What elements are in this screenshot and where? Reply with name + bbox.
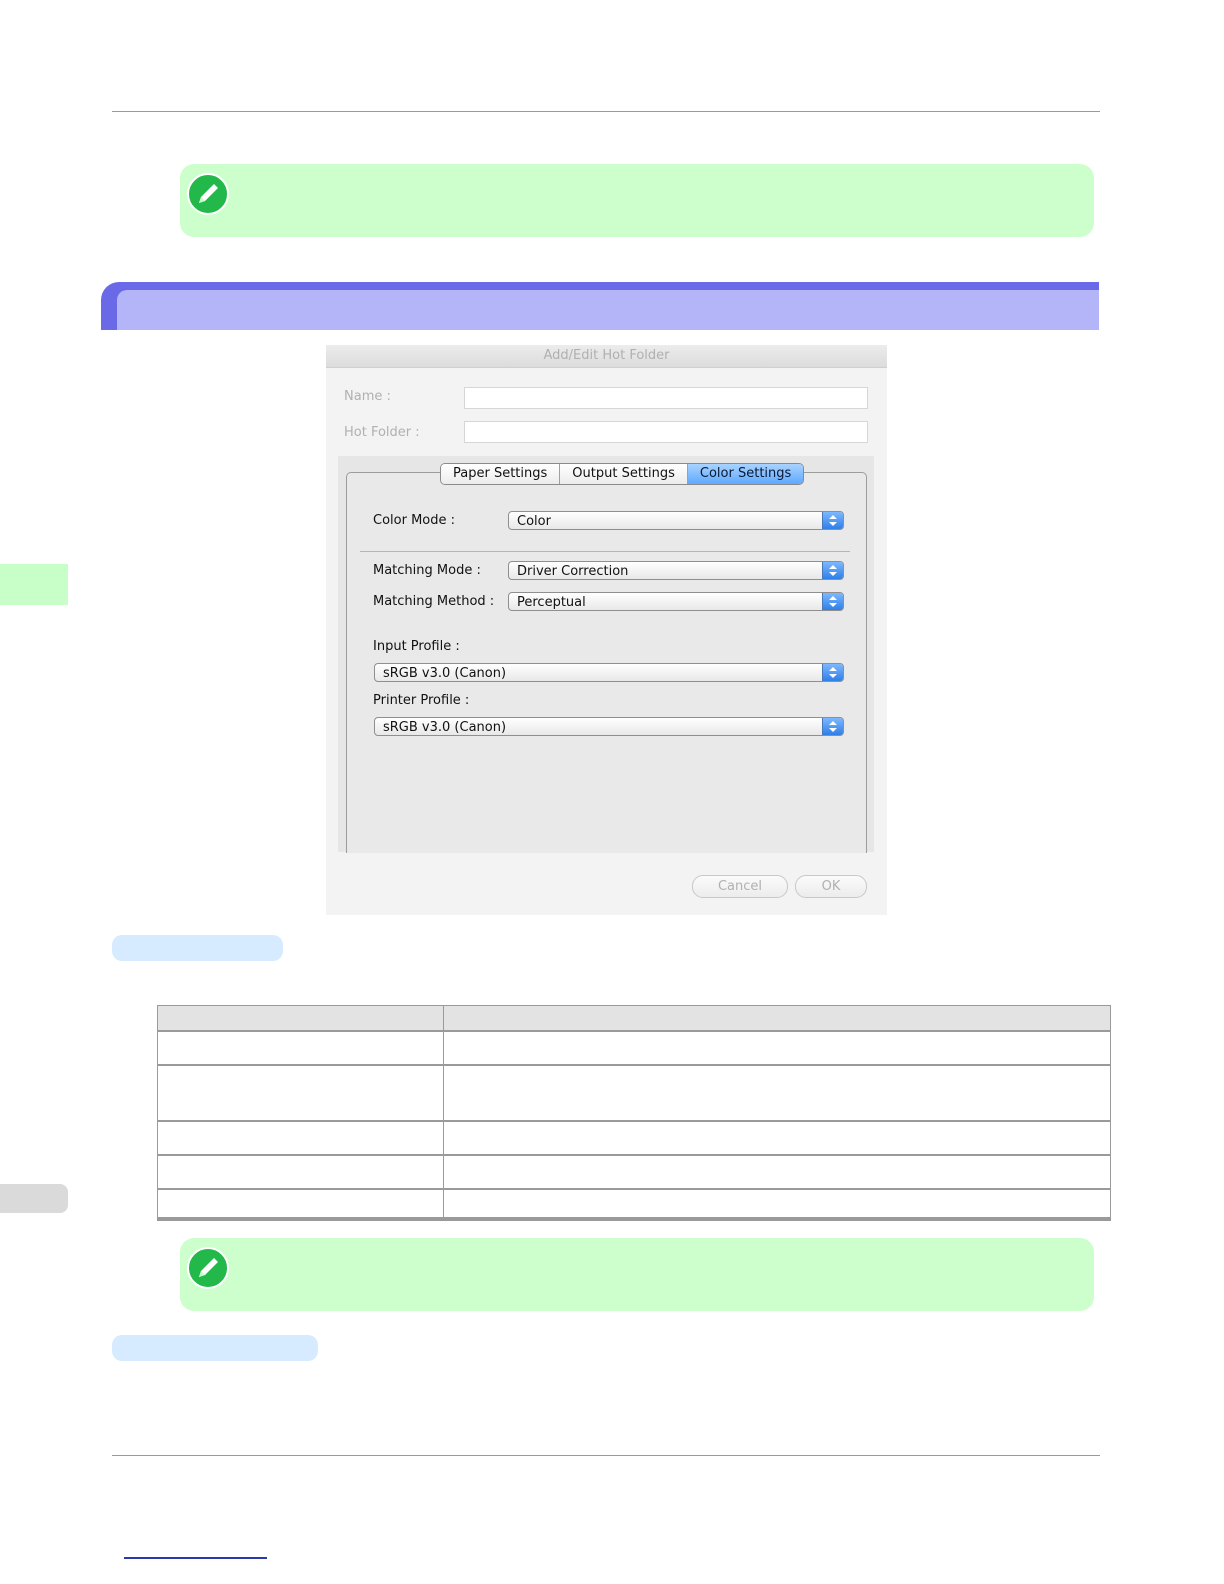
name-field[interactable] (464, 387, 868, 409)
footer-link[interactable] (124, 1557, 267, 1559)
table-row (158, 1032, 1110, 1066)
pencil-note-icon (187, 1247, 229, 1289)
page-side-tab (0, 1184, 68, 1213)
chapter-side-tab (0, 564, 68, 605)
color-mode-label: Color Mode : (373, 513, 456, 528)
footer-rule (112, 1455, 1100, 1456)
matching-mode-select[interactable]: Driver Correction (508, 561, 844, 580)
matching-method-select[interactable]: Perceptual (508, 592, 844, 611)
table-header-row (158, 1006, 1110, 1032)
printer-profile-label: Printer Profile : (373, 693, 470, 708)
matching-mode-label: Matching Mode : (373, 563, 481, 578)
matching-mode-value: Driver Correction (517, 564, 629, 579)
ok-button[interactable]: OK (795, 875, 867, 898)
up-down-arrows-icon (822, 512, 843, 529)
note-box-bottom (180, 1238, 1094, 1311)
printer-profile-select[interactable]: sRGB v3.0 (Canon) (374, 717, 844, 736)
section-heading-bar (101, 282, 1099, 330)
table-row (158, 1156, 1110, 1190)
up-down-arrows-icon (822, 593, 843, 610)
table-row (158, 1122, 1110, 1156)
settings-tabs: Paper Settings Output Settings Color Set… (440, 463, 805, 485)
input-profile-label: Input Profile : (373, 639, 460, 654)
table-row (158, 1066, 1110, 1122)
cancel-button[interactable]: Cancel (692, 875, 788, 898)
hot-folder-label: Hot Folder : (344, 425, 420, 440)
matching-method-value: Perceptual (517, 595, 586, 610)
input-profile-select[interactable]: sRGB v3.0 (Canon) (374, 663, 844, 682)
dialog-title: Add/Edit Hot Folder (326, 345, 887, 368)
table-column-divider (443, 1006, 444, 1219)
name-label: Name : (344, 389, 391, 404)
matching-method-label: Matching Method : (373, 594, 495, 609)
subheading-pill-2 (112, 1335, 318, 1361)
subheading-pill-1 (112, 935, 283, 961)
color-mode-select[interactable]: Color (508, 511, 844, 530)
panel-separator (360, 551, 850, 552)
up-down-arrows-icon (822, 718, 843, 735)
up-down-arrows-icon (822, 664, 843, 681)
settings-table (157, 1005, 1111, 1221)
color-mode-value: Color (517, 514, 551, 529)
header-rule (112, 111, 1100, 112)
settings-tab-panel: Paper Settings Output Settings Color Set… (338, 456, 874, 853)
hot-folder-field[interactable] (464, 421, 868, 443)
printer-profile-value: sRGB v3.0 (Canon) (383, 720, 507, 735)
input-profile-value: sRGB v3.0 (Canon) (383, 666, 507, 681)
add-edit-hot-folder-dialog: Add/Edit Hot Folder Name : Hot Folder : … (326, 345, 887, 915)
section-heading-inner (117, 290, 1099, 330)
tab-color-settings[interactable]: Color Settings (687, 464, 804, 484)
tab-paper-settings[interactable]: Paper Settings (441, 464, 561, 484)
note-box-top (180, 164, 1094, 237)
up-down-arrows-icon (822, 562, 843, 579)
tab-output-settings[interactable]: Output Settings (560, 464, 688, 484)
table-row (158, 1190, 1110, 1219)
pencil-note-icon (187, 173, 229, 215)
